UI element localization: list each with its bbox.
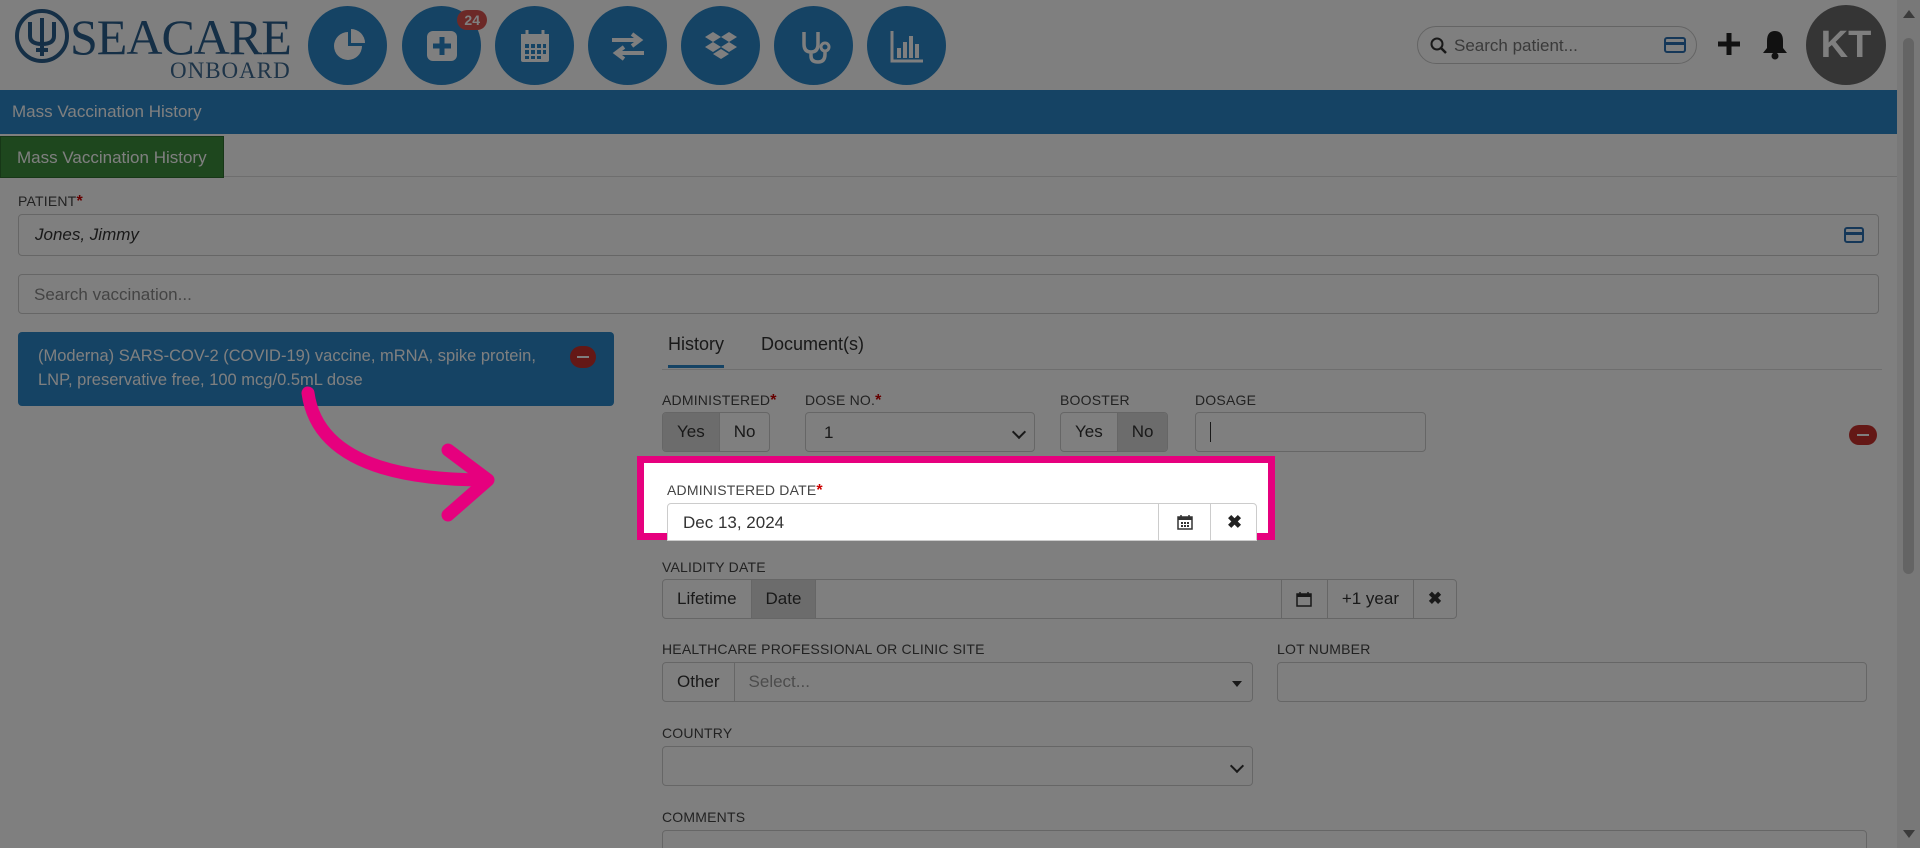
administered-no-button[interactable]: No <box>720 413 770 451</box>
brand-wordmark: SEACARE <box>70 9 292 65</box>
detail-tabs: History Document(s) <box>662 330 1882 370</box>
id-card-icon[interactable] <box>1664 37 1686 53</box>
dose-no-select[interactable]: 1 <box>805 412 1035 452</box>
tab-documents[interactable]: Document(s) <box>761 334 864 365</box>
comments-textarea[interactable] <box>662 830 1867 848</box>
tab-history[interactable]: History <box>668 334 725 368</box>
lot-number-label: LOT NUMBER <box>1277 641 1371 657</box>
notification-badge: 24 <box>457 10 487 30</box>
administered-date-value: Dec 13, 2024 <box>683 513 785 532</box>
brand-subtitle: ONBOARD <box>170 58 291 83</box>
trident-icon <box>15 9 69 63</box>
scrollbar-thumb[interactable] <box>1903 38 1914 574</box>
validity-date-button[interactable]: Date <box>751 580 817 618</box>
search-icon <box>1430 37 1447 54</box>
dashboard-button[interactable] <box>308 6 387 85</box>
administered-date-calendar-button[interactable] <box>1158 504 1210 540</box>
administered-yes-button[interactable]: Yes <box>663 413 720 451</box>
comments-label: COMMENTS <box>662 809 746 825</box>
validity-lifetime-button[interactable]: Lifetime <box>663 580 752 618</box>
booster-yes-button[interactable]: Yes <box>1061 413 1118 451</box>
scrollbar[interactable] <box>1897 0 1920 848</box>
reports-button[interactable] <box>867 6 946 85</box>
page-title-bar: Mass Vaccination History <box>0 90 1897 134</box>
booster-no-button[interactable]: No <box>1117 413 1168 451</box>
page-tab-row: Mass Vaccination History <box>0 134 1897 178</box>
dosage-label: DOSAGE <box>1195 392 1257 408</box>
vaccination-search-placeholder: Search vaccination... <box>34 285 192 304</box>
text-cursor <box>1210 422 1211 442</box>
patient-field[interactable]: Jones, Jimmy <box>18 214 1879 256</box>
bell-icon[interactable] <box>1760 28 1790 60</box>
chevron-down-icon <box>1229 758 1245 774</box>
dropbox-icon <box>704 31 737 59</box>
validity-calendar-button[interactable] <box>1282 580 1328 618</box>
booster-toggle[interactable]: Yes No <box>1060 412 1169 452</box>
pointer-arrow-icon <box>301 386 495 522</box>
administered-label: ADMINISTERED* <box>662 392 777 409</box>
remove-row-icon[interactable] <box>1849 425 1877 445</box>
healthcare-other-button[interactable]: Other <box>663 663 735 701</box>
patient-search[interactable] <box>1417 26 1697 64</box>
calendar-icon <box>520 29 549 62</box>
lot-number-input[interactable] <box>1277 662 1867 702</box>
caret-down-icon <box>1232 681 1242 687</box>
page-title: Mass Vaccination History <box>12 102 202 121</box>
stethoscope-icon <box>801 31 830 64</box>
validity-date-group[interactable]: Lifetime Date +1 year ✖ <box>662 579 1457 619</box>
booster-label: BOOSTER <box>1060 392 1130 408</box>
id-card-icon[interactable] <box>1844 227 1864 243</box>
country-select[interactable] <box>662 746 1253 786</box>
administered-toggle[interactable]: Yes No <box>662 412 771 452</box>
tab-mass-vaccination-history[interactable]: Mass Vaccination History <box>0 136 224 178</box>
calendar-icon <box>1176 515 1193 530</box>
bar-chart-icon <box>890 30 923 62</box>
vaccine-name: (Moderna) SARS-COV-2 (COVID-19) vaccine,… <box>38 347 536 389</box>
search-patient-input[interactable] <box>1454 33 1654 59</box>
user-avatar[interactable]: KT <box>1806 5 1886 85</box>
patient-label: PATIENT* <box>18 193 83 210</box>
country-label: COUNTRY <box>662 725 733 741</box>
chevron-down-icon <box>1011 424 1027 440</box>
dose-no-label: DOSE NO.* <box>805 392 882 409</box>
administered-date-label: ADMINISTERED DATE* <box>667 482 823 499</box>
validity-date-label: VALIDITY DATE <box>662 559 766 575</box>
plus-one-year-button[interactable]: +1 year <box>1328 580 1414 618</box>
dose-no-value: 1 <box>824 423 834 442</box>
administered-date-field[interactable]: Dec 13, 2024 ✖ <box>667 503 1257 541</box>
top-navigation-bar: SEACARE ONBOARD 24 KT <box>0 0 1897 90</box>
patient-name: Jones, Jimmy <box>35 225 139 244</box>
seacare-logo[interactable]: SEACARE ONBOARD <box>14 8 294 83</box>
transfer-button[interactable] <box>588 6 667 85</box>
add-icon[interactable] <box>1715 30 1743 58</box>
healthcare-group[interactable]: Other Select... <box>662 662 1253 702</box>
pie-chart-icon <box>333 28 365 60</box>
calendar-icon <box>1296 592 1313 607</box>
validity-date-input[interactable] <box>816 580 1282 618</box>
exchange-icon <box>611 31 644 61</box>
scroll-up-arrow[interactable] <box>1903 10 1915 18</box>
scroll-down-arrow[interactable] <box>1903 830 1915 838</box>
calendar-button[interactable] <box>495 6 574 85</box>
healthcare-placeholder: Select... <box>748 672 810 691</box>
new-record-button[interactable]: 24 <box>402 6 487 85</box>
validity-clear-button[interactable]: ✖ <box>1414 580 1456 618</box>
medical-button[interactable] <box>774 6 853 85</box>
vaccination-search-field[interactable]: Search vaccination... <box>18 274 1879 314</box>
healthcare-select[interactable]: Select... <box>735 663 1252 701</box>
dropbox-button[interactable] <box>681 6 760 85</box>
dosage-input[interactable] <box>1195 412 1426 452</box>
plus-square-icon <box>426 30 457 61</box>
remove-vaccine-icon[interactable] <box>570 346 596 368</box>
highlighted-administered-date: ADMINISTERED DATE* Dec 13, 2024 ✖ <box>637 456 1275 541</box>
administered-date-clear-icon[interactable]: ✖ <box>1210 504 1258 540</box>
healthcare-label: HEALTHCARE PROFESSIONAL OR CLINIC SITE <box>662 641 985 657</box>
